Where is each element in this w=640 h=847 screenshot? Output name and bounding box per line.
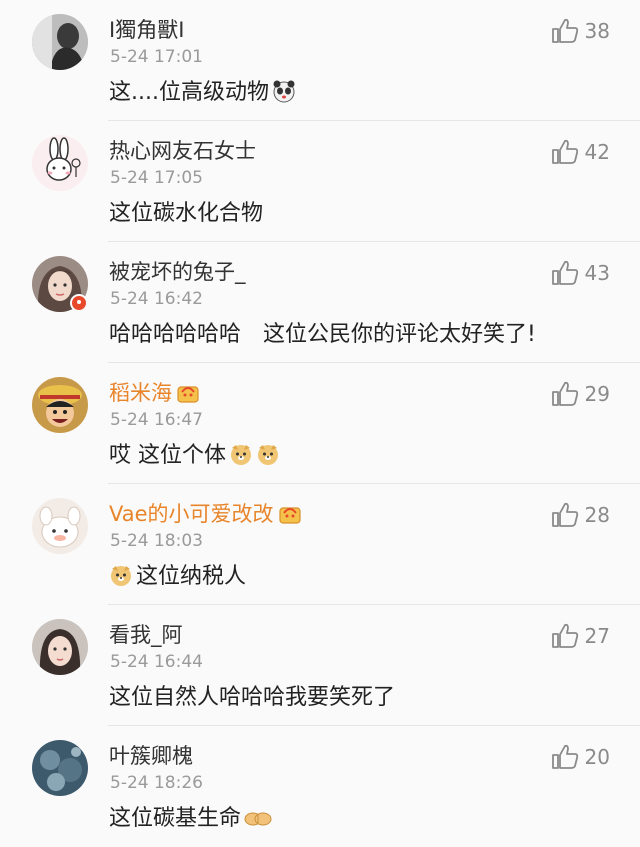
- username[interactable]: 被宠坏的兔子_: [109, 258, 246, 286]
- username[interactable]: 热心网友石女士: [109, 137, 256, 165]
- comment-item: 被宠坏的兔子_ 5-24 16:42 哈哈哈哈哈哈 这位公民你的评论太好笑了! …: [0, 242, 640, 363]
- like-count: 28: [584, 503, 610, 527]
- vip-crown-icon: [176, 382, 200, 411]
- comment-item: Vae的小可爱改改 5-24 18:03 这位纳税人 28: [0, 484, 640, 605]
- timestamp: 5-24 17:05: [110, 168, 203, 188]
- timestamp: 5-24 18:26: [110, 773, 203, 793]
- like-button[interactable]: 43: [551, 260, 610, 286]
- thumbs-up-icon: [551, 623, 578, 648]
- avatar[interactable]: [32, 740, 88, 796]
- like-count: 42: [584, 140, 610, 164]
- comment-text: 这位碳水化合物: [109, 201, 264, 226]
- like-count: 20: [584, 745, 610, 769]
- comment-item: I獨角獸I 5-24 17:01 这....位高级动物 38: [0, 0, 640, 121]
- like-button[interactable]: 42: [551, 139, 610, 165]
- comment-item: 叶簇卿槐 5-24 18:26 这位碳基生命 20: [0, 726, 640, 847]
- timestamp: 5-24 17:01: [110, 47, 203, 67]
- comment-text: 哈哈哈哈哈哈 这位公民你的评论太好笑了!: [109, 322, 536, 347]
- avatar[interactable]: [32, 619, 88, 675]
- like-button[interactable]: 28: [551, 502, 610, 528]
- comment-text: 这位自然人哈哈哈我要笑死了: [109, 685, 396, 710]
- avatar[interactable]: [32, 14, 88, 70]
- like-button[interactable]: 20: [551, 744, 610, 770]
- username[interactable]: Vae的小可爱改改: [109, 500, 302, 532]
- timestamp: 5-24 18:03: [110, 531, 203, 551]
- avatar[interactable]: [32, 377, 88, 433]
- doge-icon: [229, 442, 253, 477]
- username[interactable]: 叶簇卿槐: [109, 742, 193, 770]
- avatar[interactable]: [32, 498, 88, 554]
- like-count: 27: [584, 624, 610, 648]
- like-button[interactable]: 29: [551, 381, 610, 407]
- comment-item: 看我_阿 5-24 16:44 这位自然人哈哈哈我要笑死了 27: [0, 605, 640, 726]
- fist-bump-icon: [244, 806, 272, 840]
- thumbs-up-icon: [551, 502, 578, 527]
- verified-badge-icon: [70, 294, 88, 312]
- vip-crown-icon: [278, 503, 302, 532]
- panda-icon: [272, 79, 296, 114]
- doge-icon: [109, 563, 133, 598]
- timestamp: 5-24 16:47: [110, 410, 203, 430]
- timestamp: 5-24 16:42: [110, 289, 203, 309]
- username[interactable]: I獨角獸I: [109, 16, 184, 44]
- like-button[interactable]: 38: [551, 18, 610, 44]
- like-count: 38: [584, 19, 610, 43]
- comment-text: 这....位高级动物: [109, 76, 296, 114]
- thumbs-up-icon: [551, 139, 578, 164]
- thumbs-up-icon: [551, 260, 578, 285]
- comment-text: 哎 这位个体: [109, 439, 280, 477]
- thumbs-up-icon: [551, 381, 578, 406]
- comment-text: 这位碳基生命: [109, 802, 272, 840]
- comment-item: 热心网友石女士 5-24 17:05 这位碳水化合物 42: [0, 121, 640, 242]
- username[interactable]: 看我_阿: [109, 621, 183, 649]
- comment-item: 稻米海 5-24 16:47 哎 这位个体 29: [0, 363, 640, 484]
- avatar[interactable]: [32, 135, 88, 191]
- thumbs-up-icon: [551, 18, 578, 43]
- like-count: 29: [584, 382, 610, 406]
- like-button[interactable]: 27: [551, 623, 610, 649]
- comment-text: 这位纳税人: [109, 560, 246, 598]
- like-count: 43: [584, 261, 610, 285]
- thumbs-up-icon: [551, 744, 578, 769]
- timestamp: 5-24 16:44: [110, 652, 203, 672]
- comment-list: I獨角獸I 5-24 17:01 这....位高级动物 38 热心网友石女士 5…: [0, 0, 640, 838]
- doge-icon: [256, 442, 280, 477]
- username[interactable]: 稻米海: [109, 379, 200, 411]
